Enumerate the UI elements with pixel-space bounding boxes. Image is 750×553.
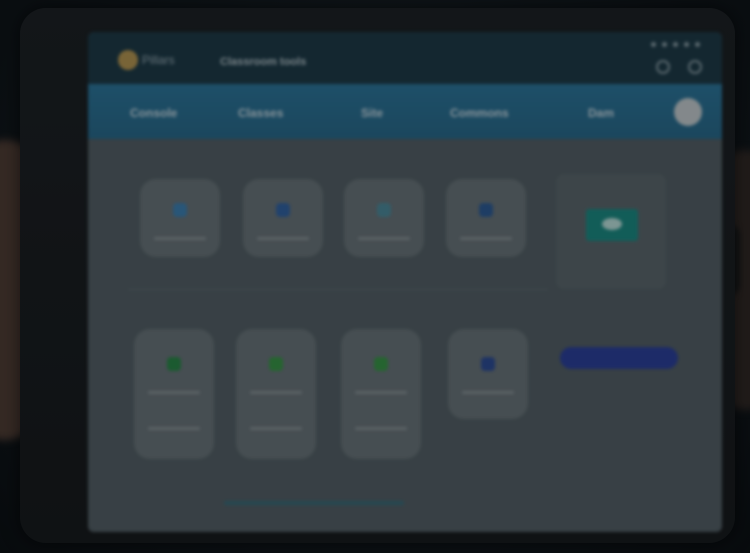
brand: Pillars [118, 50, 175, 70]
tool-icon [269, 357, 283, 371]
dashboard-content [88, 139, 722, 532]
status-dot-icon [651, 42, 656, 47]
status-indicators [651, 42, 700, 47]
main-nav: Console Classes Site Commons Dam [88, 84, 722, 139]
tablet-device: Pillars Classroom tools Console Classes … [20, 8, 735, 543]
nav-item-classes[interactable]: Classes [238, 106, 283, 120]
tool-label [460, 237, 512, 240]
nav-item-site[interactable]: Site [361, 106, 383, 120]
tool-label [148, 391, 200, 394]
tool-label [355, 391, 407, 394]
photo-scene: Pillars Classroom tools Console Classes … [0, 0, 750, 553]
status-dot-icon [673, 42, 678, 47]
tool-card[interactable] [140, 179, 220, 257]
tool-label [257, 237, 309, 240]
brand-logo-icon [118, 50, 138, 70]
tool-card[interactable] [341, 329, 421, 459]
nav-item-commons[interactable]: Commons [450, 106, 509, 120]
tool-sublabel [148, 427, 200, 430]
tool-icon [173, 203, 187, 217]
tool-icon [276, 203, 290, 217]
tool-card[interactable] [448, 329, 528, 419]
tool-icon [374, 357, 388, 371]
app-topbar: Pillars Classroom tools [88, 32, 722, 84]
tool-card[interactable] [134, 329, 214, 459]
section-divider [128, 289, 548, 290]
page-title: Classroom tools [220, 56, 307, 68]
status-dot-icon [695, 42, 700, 47]
status-dot-icon [662, 42, 667, 47]
tool-label [154, 237, 206, 240]
tool-sublabel [250, 427, 302, 430]
feature-panel[interactable] [556, 174, 666, 289]
avatar[interactable] [674, 98, 702, 126]
brand-name: Pillars [142, 53, 175, 67]
tool-icon [377, 203, 391, 217]
tool-icon [479, 203, 493, 217]
tool-card[interactable] [243, 179, 323, 257]
tool-card[interactable] [236, 329, 316, 459]
tool-card[interactable] [446, 179, 526, 257]
tool-icon [167, 357, 181, 371]
status-dot-icon [684, 42, 689, 47]
nav-item-dam[interactable]: Dam [588, 106, 614, 120]
eye-icon [602, 218, 622, 230]
nav-item-console[interactable]: Console [130, 106, 177, 120]
primary-button[interactable] [560, 347, 678, 369]
settings-icon[interactable] [688, 60, 702, 74]
tool-card[interactable] [344, 179, 424, 257]
tool-label [358, 237, 410, 240]
notifications-icon[interactable] [656, 60, 670, 74]
footer-link[interactable] [224, 501, 404, 505]
tool-label [250, 391, 302, 394]
tool-icon [481, 357, 495, 371]
tablet-screen: Pillars Classroom tools Console Classes … [88, 32, 722, 532]
tool-label [462, 391, 514, 394]
tool-sublabel [355, 427, 407, 430]
